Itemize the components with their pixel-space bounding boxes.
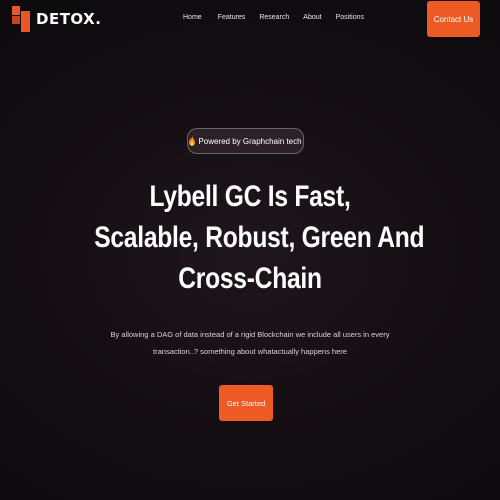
contact-us-button[interactable]: Contact Us	[427, 1, 480, 37]
nav-item-positions[interactable]: Positions	[336, 14, 364, 21]
description-line-1: By allowing a DAG of data instead of a r…	[110, 330, 390, 339]
headline-line-1: Lybell GC Is Fast,	[149, 180, 351, 213]
hero-headline: Lybell GC Is Fast, Scalable, Robust, Gre…	[94, 176, 425, 299]
logo-mark-icon	[12, 6, 30, 32]
headline-line-2: Scalable, Robust, Green And	[94, 221, 425, 254]
hero-description: By allowing a DAG of data instead of a r…	[95, 326, 405, 360]
main-nav: Home Features Research About Positions	[183, 14, 364, 21]
nav-item-research[interactable]: Research	[259, 14, 289, 21]
logo-text: DETOX.	[36, 10, 102, 28]
nav-item-home[interactable]: Home	[183, 14, 202, 21]
nav-item-about[interactable]: About	[303, 14, 321, 21]
nav-item-features[interactable]: Features	[218, 14, 246, 21]
page: DETOX. Home Features Research About Posi…	[0, 0, 500, 500]
headline-line-3: Cross-Chain	[178, 262, 322, 295]
powered-by-badge: Powered by Graphchain tech	[187, 128, 304, 154]
badge-text: Powered by Graphchain tech	[198, 136, 302, 146]
logo[interactable]: DETOX.	[12, 6, 101, 32]
fire-icon	[189, 136, 196, 146]
description-line-2: transaction..? something about whatactua…	[153, 347, 347, 356]
get-started-button[interactable]: Get Started	[219, 385, 273, 421]
